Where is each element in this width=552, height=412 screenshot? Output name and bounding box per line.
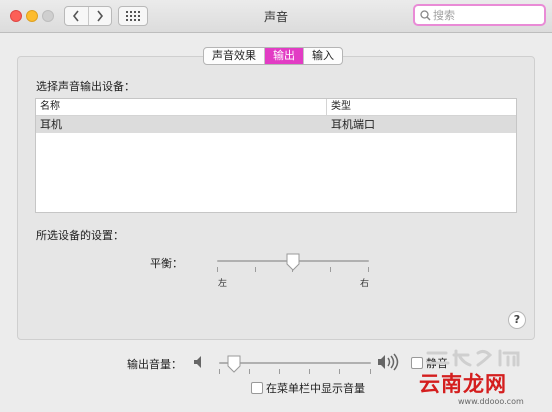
output-device-table[interactable]: 名称 类型 耳机 耳机端口 — [35, 98, 517, 213]
search-field[interactable] — [413, 4, 546, 26]
title-bar: 声音 — [0, 0, 552, 33]
tab-bar: 声音效果 输出 输入 — [203, 47, 343, 65]
show-volume-in-menubar-checkbox[interactable]: 在菜单栏中显示音量 — [251, 380, 365, 396]
table-header: 名称 类型 — [36, 99, 516, 116]
tab-output[interactable]: 输出 — [264, 48, 303, 64]
table-row[interactable]: 耳机 耳机端口 — [36, 116, 516, 133]
watermark-brush-logo — [426, 349, 520, 367]
device-type-cell: 耳机端口 — [331, 118, 375, 131]
device-name-cell: 耳机 — [40, 118, 62, 131]
search-input[interactable] — [431, 8, 533, 22]
tab-sound-effects[interactable]: 声音效果 — [204, 48, 264, 64]
tab-input[interactable]: 输入 — [303, 48, 342, 64]
balance-slider-knob[interactable] — [285, 253, 301, 271]
watermark-text: 云南龙网 — [419, 372, 507, 396]
show-volume-checkbox-box[interactable] — [251, 382, 263, 394]
help-button[interactable]: ? — [508, 311, 526, 329]
balance-left-label: 左 — [218, 279, 228, 289]
output-section-title: 选择声音输出设备： — [36, 80, 135, 93]
search-icon — [420, 9, 431, 20]
volume-slider-knob[interactable] — [226, 355, 242, 373]
column-header-type[interactable]: 类型 — [327, 99, 351, 115]
watermark-url: www.ddooo.com — [458, 397, 524, 406]
column-header-name[interactable]: 名称 — [36, 99, 327, 115]
device-settings-title: 所选设备的设置： — [36, 229, 124, 242]
speaker-high-icon — [378, 353, 399, 371]
balance-label: 平衡： — [150, 257, 183, 270]
speaker-low-icon — [194, 356, 201, 368]
output-volume-label: 输出音量： — [127, 358, 182, 371]
show-volume-label: 在菜单栏中显示音量 — [266, 382, 365, 395]
balance-right-label: 右 — [360, 279, 370, 289]
